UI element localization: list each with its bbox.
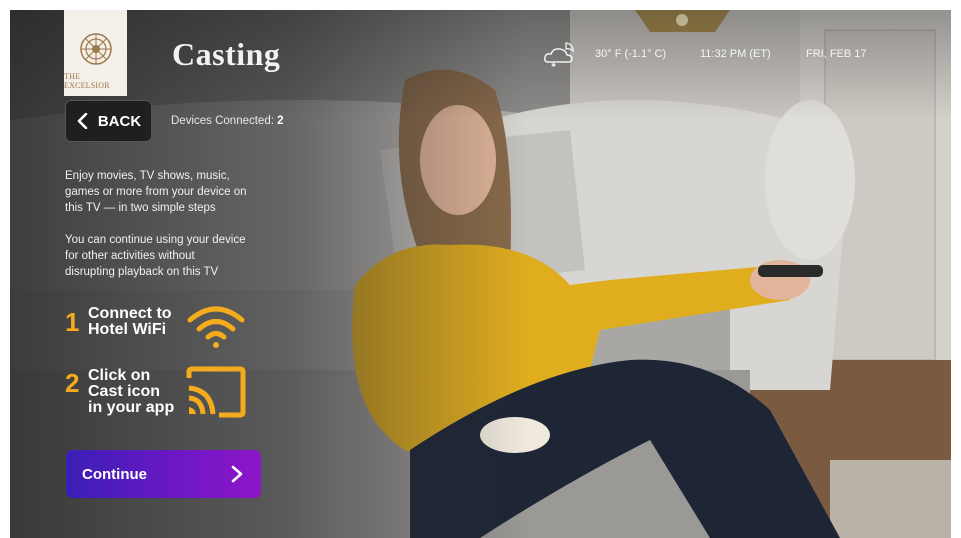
- step-2-number: 2: [65, 368, 80, 398]
- step-1-line-1: Connect to: [88, 305, 172, 322]
- devices-connected-label: Devices Connected:: [171, 115, 274, 127]
- casting-screen: THE EXCELSIOR Casting ✱ 30° F (-1.1° C) …: [10, 10, 951, 538]
- info-line-1: You can continue using your device: [65, 234, 246, 246]
- hotel-logo: THE EXCELSIOR: [64, 10, 127, 96]
- intro-line-1: Enjoy movies, TV shows, music,: [65, 170, 230, 182]
- date-text: FRI, FEB 17: [806, 48, 867, 60]
- cast-icon: [186, 366, 246, 418]
- temperature-text: 30° F (-1.1° C): [595, 48, 667, 60]
- continue-button[interactable]: Continue: [66, 450, 261, 498]
- step-2-text: Click on Cast icon in your app: [88, 368, 174, 416]
- info-line-2: for other activities without: [65, 250, 195, 262]
- step-1-line-2: Hotel WiFi: [88, 321, 167, 338]
- devices-connected: Devices Connected: 2: [171, 115, 284, 127]
- intro-line-3: this TV — in two simple steps: [65, 202, 216, 214]
- time-text: 11:32 PM (ET): [700, 48, 771, 60]
- wifi-icon: [187, 306, 245, 348]
- hotel-emblem-icon: [79, 33, 112, 65]
- chevron-left-icon: [77, 113, 88, 129]
- continue-button-label: Continue: [82, 465, 147, 483]
- step-2-line-1: Click on: [88, 367, 151, 384]
- page-title: Casting: [172, 36, 281, 72]
- info-text: You can continue using your device for o…: [65, 232, 280, 280]
- hotel-logo-text: THE EXCELSIOR: [64, 72, 110, 90]
- info-line-3: disrupting playback on this TV: [65, 266, 219, 278]
- intro-line-2: games or more from your device on: [65, 186, 247, 198]
- devices-connected-count: 2: [277, 115, 284, 127]
- step-1-text: Connect to Hotel WiFi: [88, 306, 172, 338]
- back-button-label: BACK: [97, 112, 142, 130]
- back-button[interactable]: BACK: [65, 100, 152, 142]
- step-1-number: 1: [65, 307, 80, 337]
- step-2-line-3: in your app: [88, 399, 175, 416]
- chevron-right-icon: [231, 465, 243, 483]
- intro-text: Enjoy movies, TV shows, music, games or …: [65, 168, 280, 216]
- night-cloud-icon: ✱: [544, 42, 574, 68]
- svg-text:✱: ✱: [551, 62, 556, 68]
- step-2-line-2: Cast icon: [88, 383, 161, 400]
